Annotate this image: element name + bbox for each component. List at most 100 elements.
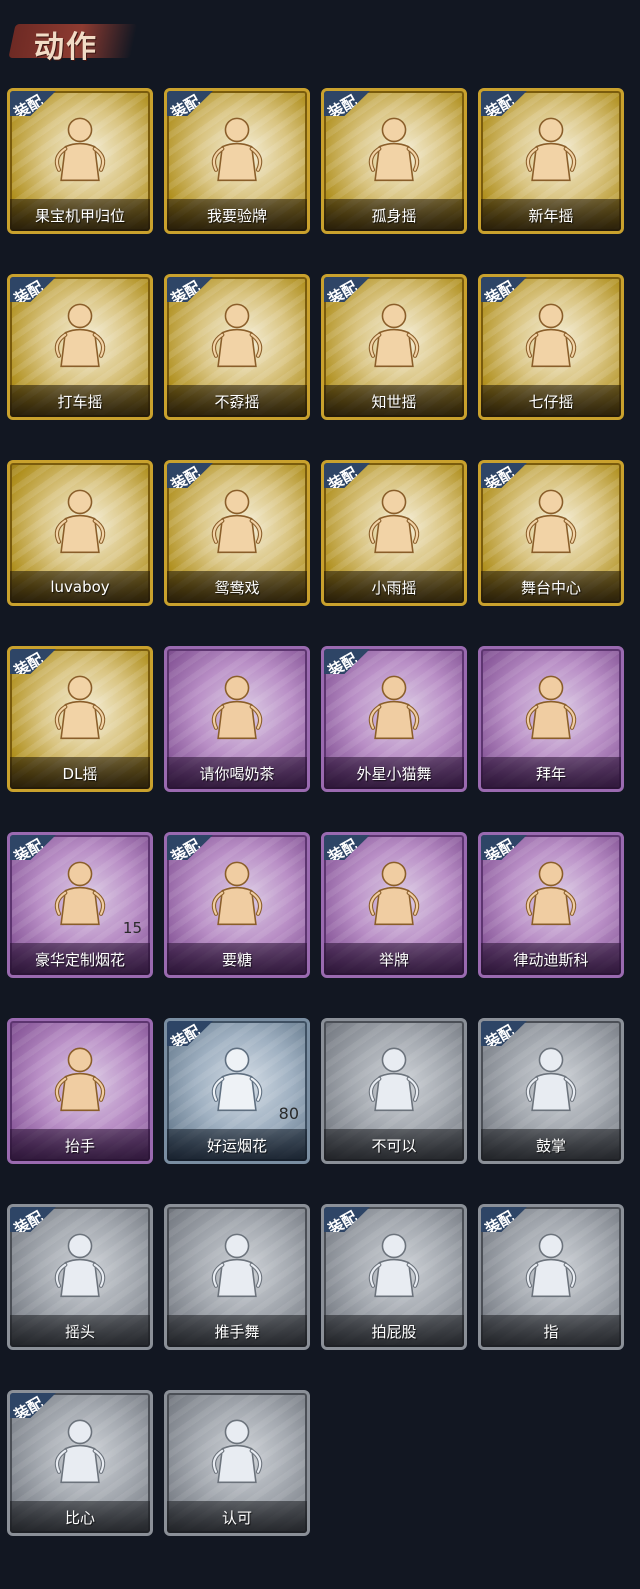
emote-card[interactable]: 装配指 [478,1204,624,1350]
emote-card[interactable]: 装配 要糖 [164,832,310,978]
emote-card[interactable]: 装配 鼓掌 [478,1018,624,1164]
thumbs-up-icon [167,1405,307,1505]
emote-label-bar: 拜年 [481,757,621,789]
emote-label-bar: 舞台中心 [481,571,621,603]
emote-label: 知世摇 [371,392,417,411]
emote-card[interactable]: 装配 舞台中心 [478,460,624,606]
emote-label: 鼓掌 [535,1136,566,1155]
emote-label: DL摇 [62,764,98,783]
emote-label-bar: 知世摇 [324,385,464,417]
emote-label-bar: 认可 [167,1501,307,1533]
emote-card[interactable]: 装配 打车摇 [7,274,153,420]
emote-label-bar: luvaboy [10,571,150,603]
pose-disco-icon [481,847,621,947]
emote-card[interactable]: 装配 知世摇 [321,274,467,420]
emote-label: 果宝机甲归位 [34,206,125,225]
pose-bow-icon [481,661,621,761]
emote-label-bar: 鼓掌 [481,1129,621,1161]
emote-card[interactable]: 装配 我要验牌 [164,88,310,234]
pose-cross-arms-icon [481,103,621,203]
pose-sway-icon [167,475,307,575]
emote-card[interactable]: 装配 鸳鸯戏 [164,460,310,606]
finger-no-icon [324,1033,464,1133]
emote-card[interactable]: 装配 比心 [7,1390,153,1536]
emote-card[interactable]: 装配 外星小猫舞 [321,646,467,792]
emote-label-bar: 要糖 [167,943,307,975]
pose-ask-icon [167,847,307,947]
emote-label-bar: 律动迪斯科 [481,943,621,975]
pose-hug-icon [10,475,150,575]
emote-card[interactable]: 装配 孤身摇 [321,88,467,234]
item-count: 15 [122,919,142,937]
emote-card[interactable]: 不可以 [321,1018,467,1164]
emote-label: 比心 [64,1508,95,1527]
emote-label-bar: DL摇 [10,757,150,789]
emote-label: 鸳鸯戏 [214,578,260,597]
emote-label-bar: 果宝机甲归位 [10,199,150,231]
finger-heart-icon [10,1405,150,1505]
emote-card[interactable]: 请你喝奶茶 [164,646,310,792]
pose-cat-dance-icon [324,661,464,761]
emote-label: 拍屁股 [371,1322,417,1341]
emote-label-bar: 举牌 [324,943,464,975]
emote-card[interactable]: 装配 举牌 [321,832,467,978]
emote-label: 孤身摇 [371,206,417,225]
emote-label: 打车摇 [57,392,103,411]
pose-push-dance-icon [167,1219,307,1319]
emote-label-bar: 我要验牌 [167,199,307,231]
pose-point-icon [481,289,621,389]
emote-label-bar: 小雨摇 [324,571,464,603]
emote-label: 要糖 [221,950,252,969]
emote-card[interactable]: 拜年 [478,646,624,792]
emote-label: 推手舞 [214,1322,260,1341]
emote-label: 小雨摇 [371,578,417,597]
emote-label: 不可以 [371,1136,417,1155]
emote-label: 拜年 [535,764,566,783]
emote-label: 我要验牌 [206,206,267,225]
emote-label-bar: 新年摇 [481,199,621,231]
emote-label-bar: 七仔摇 [481,385,621,417]
emote-label-bar: 好运烟花 [167,1129,307,1161]
emote-label-bar: 孤身摇 [324,199,464,231]
emote-label: 豪华定制烟花 [34,950,125,969]
pose-hold-board-icon [324,847,464,947]
emote-card[interactable]: 装配 DL摇 [7,646,153,792]
emote-card[interactable]: 装配 15 豪华定制烟花 [7,832,153,978]
emote-card[interactable]: 装配 果宝机甲归位 [7,88,153,234]
pose-shake-head-icon [10,1219,150,1319]
emote-card[interactable]: 装配 小雨摇 [321,460,467,606]
emote-label: 抬手 [64,1136,95,1155]
emote-label-bar: 抬手 [10,1129,150,1161]
pose-show-card-icon [167,103,307,203]
emote-label-bar: 不孬摇 [167,385,307,417]
emote-label-bar: 豪华定制烟花 [10,943,150,975]
pose-hail-icon [10,289,150,389]
emote-label-bar: 打车摇 [10,385,150,417]
emote-card[interactable]: luvaboy [7,460,153,606]
emote-label-bar: 请你喝奶茶 [167,757,307,789]
emote-label-bar: 指 [481,1315,621,1347]
emote-label: 七仔摇 [528,392,574,411]
emote-card[interactable]: 装配 新年摇 [478,88,624,234]
emote-label: 指 [543,1322,559,1341]
emote-label-bar: 鸳鸯戏 [167,571,307,603]
emote-card[interactable]: 认可 [164,1390,310,1536]
emote-label: 外星小猫舞 [356,764,432,783]
clap-icon [481,1033,621,1133]
emote-label: 请你喝奶茶 [199,764,275,783]
pose-pat-icon [324,1219,464,1319]
emote-label: 举牌 [378,950,409,969]
emote-card[interactable]: 装配 七仔摇 [478,274,624,420]
emote-card[interactable]: 装配 不孬摇 [164,274,310,420]
emote-card[interactable]: 装配 80 好运烟花 [164,1018,310,1164]
emote-card[interactable]: 装配 摇头 [7,1204,153,1350]
section-title: 动作 [34,30,98,65]
emote-card[interactable]: 推手舞 [164,1204,310,1350]
pose-hands-out-icon [324,289,464,389]
emote-card[interactable]: 抬手 [7,1018,153,1164]
emote-label: 律动迪斯科 [513,950,589,969]
emote-card[interactable]: 装配 律动迪斯科 [478,832,624,978]
emote-card[interactable]: 装配 拍屁股 [321,1204,467,1350]
pose-arm-up-icon [167,289,307,389]
emote-label: 新年摇 [528,206,574,225]
